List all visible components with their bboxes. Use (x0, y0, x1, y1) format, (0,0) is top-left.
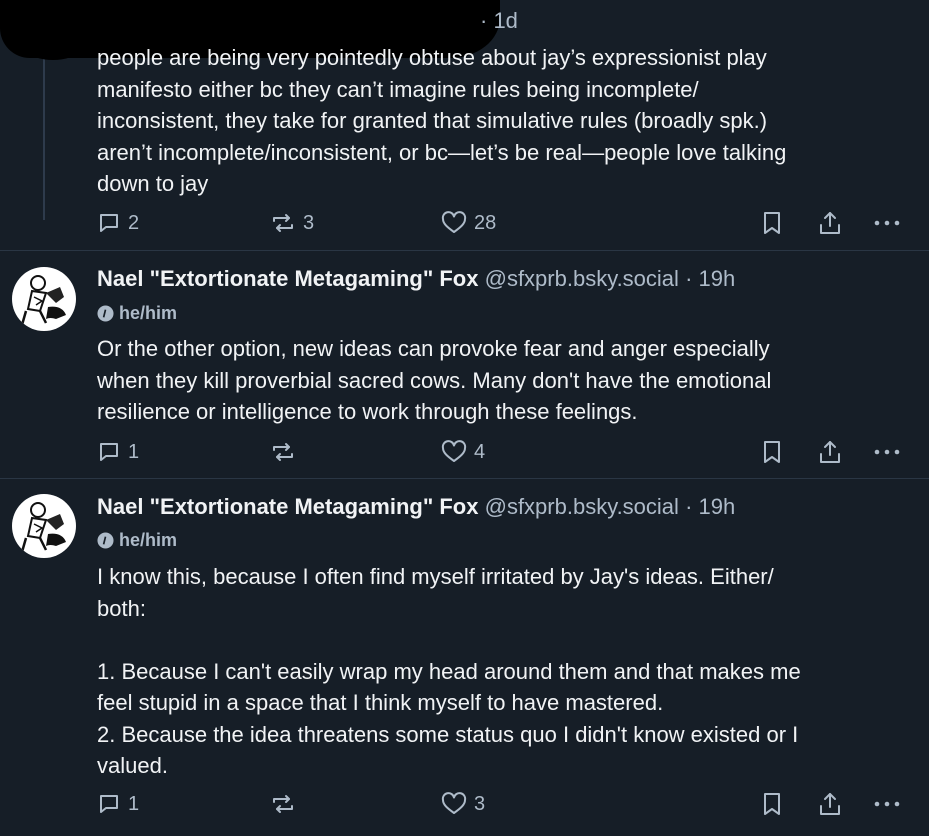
like-count: 3 (474, 792, 486, 815)
bookmark-button[interactable] (762, 792, 782, 816)
share-button[interactable] (818, 791, 842, 817)
share-button[interactable] (818, 210, 842, 236)
share-button[interactable] (818, 439, 842, 465)
post-header: Nael "Extortionate Metagaming" Fox @sfxp… (97, 494, 735, 520)
pronouns-label: he/him (97, 530, 177, 551)
reply-bubble-icon (100, 443, 118, 461)
post-text: Or the other option, new ideas can provo… (97, 336, 772, 424)
post-timestamp[interactable]: · 19h (685, 494, 735, 519)
avatar[interactable] (12, 267, 76, 331)
avatar[interactable] (12, 494, 76, 558)
pronouns-text: he/him (119, 303, 178, 323)
bookmark-button[interactable] (762, 440, 782, 464)
post-text: I know this, because I often find myself… (97, 564, 801, 778)
reply-count: 1 (128, 792, 140, 815)
reply-count: 2 (128, 211, 140, 234)
repost-button[interactable]: 3 (270, 211, 314, 235)
share-icon (820, 793, 840, 815)
pronouns-label: he/him (97, 303, 177, 324)
like-count: 28 (474, 211, 497, 234)
info-circle-icon (97, 305, 114, 322)
bookmark-icon (764, 212, 780, 234)
repost-arrows-icon (273, 795, 293, 813)
reply-button[interactable]: 1 (97, 792, 139, 816)
display-name[interactable]: Nael "Extortionate Metagaming" Fox (97, 266, 478, 291)
like-button[interactable]: 4 (441, 440, 485, 464)
heart-icon (441, 440, 467, 462)
post-timestamp[interactable]: · 19h (685, 266, 735, 291)
repost-button[interactable] (270, 792, 303, 816)
post-header: Nael "Extortionate Metagaming" Fox @sfxp… (97, 266, 735, 292)
like-button[interactable]: 28 (441, 211, 496, 235)
reply-bubble-icon (100, 795, 118, 813)
heart-icon (441, 792, 467, 814)
display-name[interactable]: Nael "Extortionate Metagaming" Fox (97, 494, 478, 519)
post-text: people are being very pointedly obtuse a… (97, 45, 787, 196)
reply-count: 1 (128, 440, 140, 463)
more-dots-icon (874, 801, 900, 807)
bookmark-icon (764, 793, 780, 815)
avatar-illustration (20, 275, 66, 326)
pronouns-text: he/him (119, 530, 178, 550)
like-button[interactable]: 3 (441, 792, 485, 816)
more-options-button[interactable] (873, 440, 901, 464)
info-circle-icon (97, 532, 114, 549)
avatar-illustration (20, 502, 66, 553)
more-dots-icon (874, 220, 900, 226)
heart-icon (441, 211, 467, 233)
more-dots-icon (874, 449, 900, 455)
repost-arrows-icon (273, 214, 293, 232)
post-timestamp[interactable]: · 1d (480, 8, 518, 34)
bookmark-button[interactable] (762, 211, 782, 235)
repost-count: 3 (303, 211, 315, 234)
bookmark-icon (764, 441, 780, 463)
reply-button[interactable]: 2 (97, 211, 139, 235)
more-options-button[interactable] (873, 211, 901, 235)
repost-arrows-icon (273, 443, 293, 461)
like-count: 4 (474, 440, 486, 463)
post-divider (0, 478, 929, 479)
more-options-button[interactable] (873, 792, 901, 816)
handle[interactable]: @sfxprb.bsky.social (485, 266, 679, 291)
share-icon (820, 212, 840, 234)
handle[interactable]: @sfxprb.bsky.social (485, 494, 679, 519)
reply-bubble-icon (100, 214, 118, 232)
repost-button[interactable] (270, 440, 303, 464)
reply-button[interactable]: 1 (97, 440, 139, 464)
share-icon (820, 441, 840, 463)
post-divider (0, 250, 929, 251)
